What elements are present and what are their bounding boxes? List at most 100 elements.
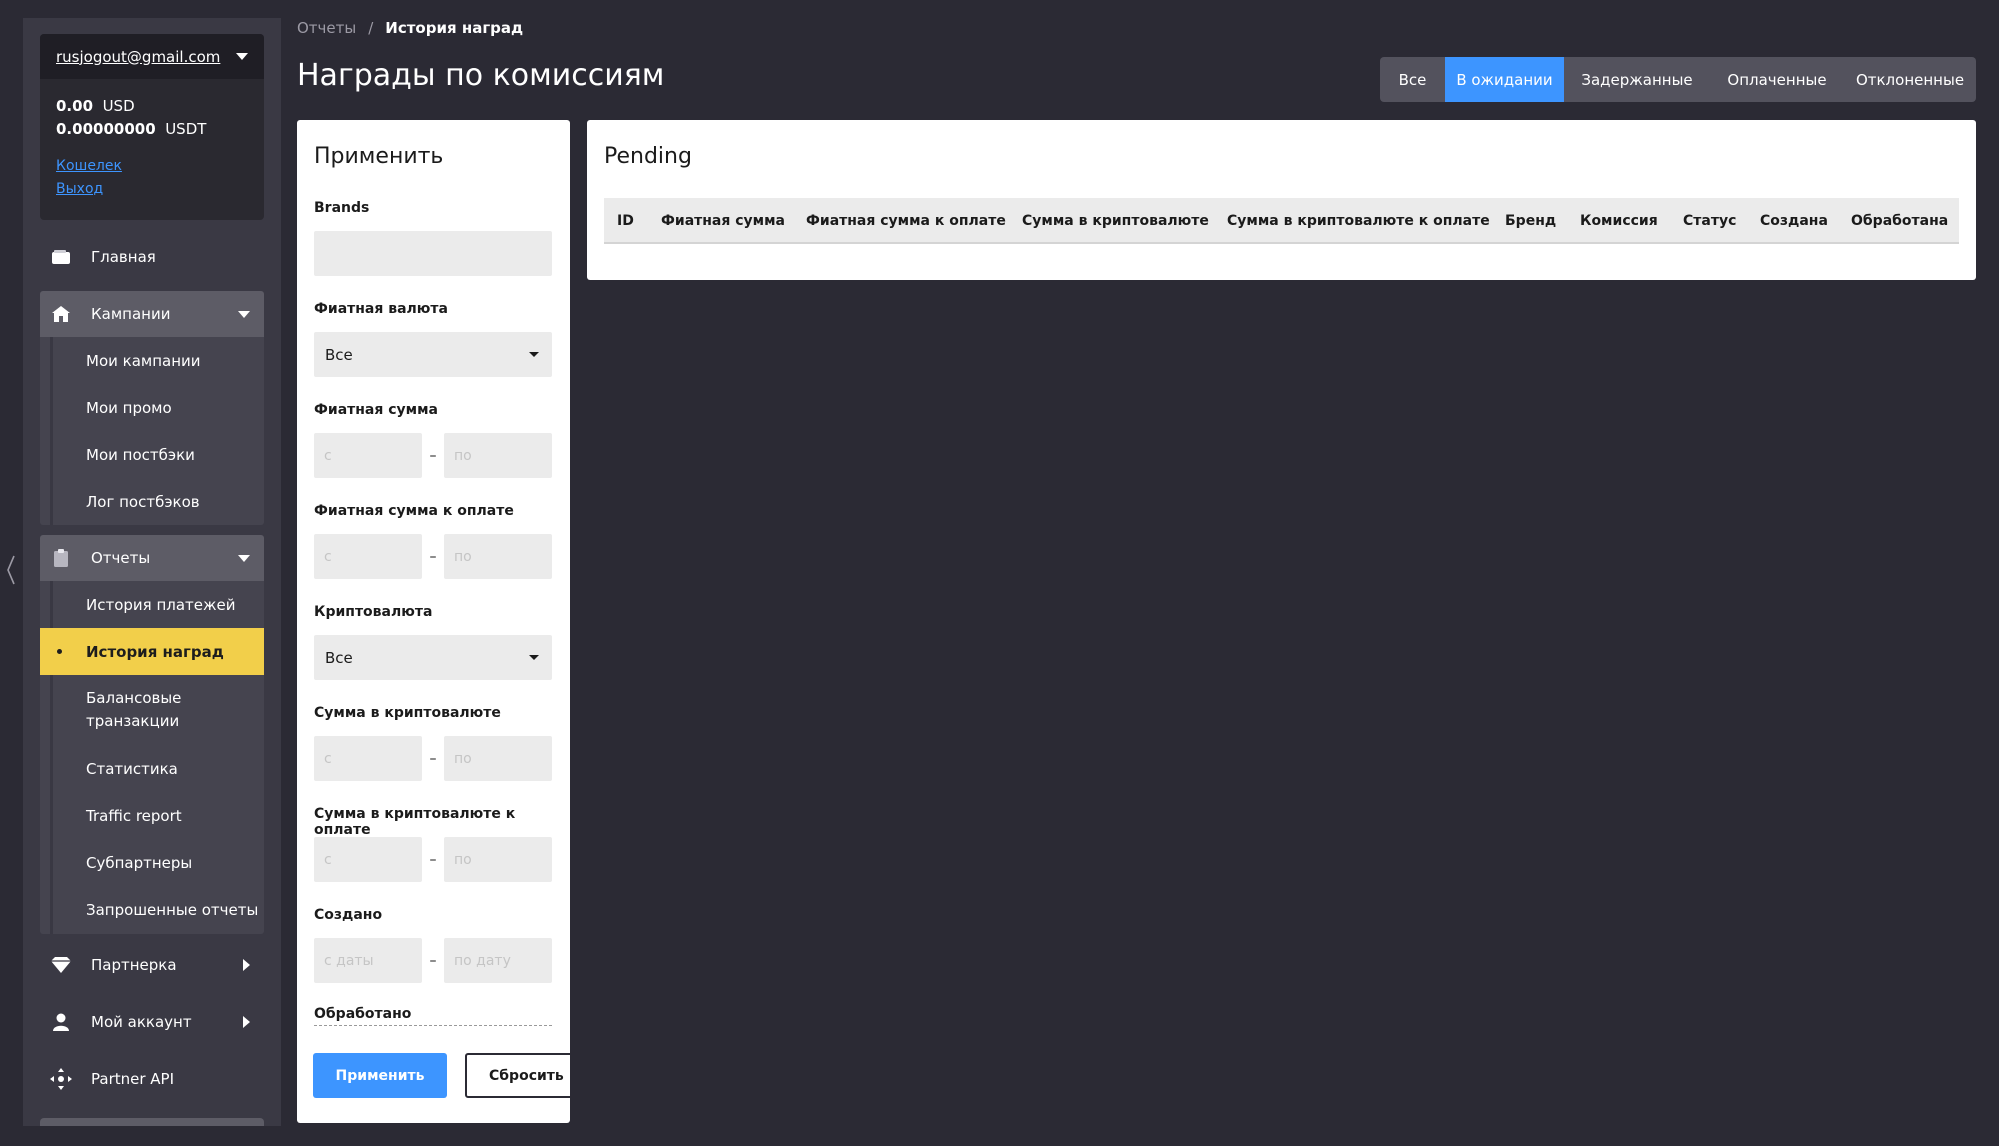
processed-label: Обработано [314,1006,412,1022]
clipboard-icon [50,548,72,568]
sidebar-item-reports[interactable]: Отчеты [40,535,264,581]
column-header-status[interactable]: Статус [1683,198,1736,244]
fiat-amount-payable-label: Фиатная сумма к оплате [314,503,514,519]
fiat-payable-from-input[interactable]: с [314,534,422,579]
sidebar-item-my-promo[interactable]: Мои промо [40,384,264,431]
crypto-amount-range: с – по [314,736,552,781]
select-value: Все [325,345,353,364]
crypto-amount-to-input[interactable]: по [444,736,552,781]
column-header-brand[interactable]: Бренд [1505,198,1556,244]
column-header-created[interactable]: Создана [1760,198,1828,244]
wallet-icon [50,247,72,267]
fiat-currency-select[interactable]: Все [314,332,552,377]
account-box: rusjogout@gmail.com 0.00 USD 0.00000000 … [40,34,264,220]
tab-paid[interactable]: Оплаченные [1710,57,1844,102]
home-icon [50,304,72,324]
chevron-down-icon [238,554,250,562]
sidebar-item-campaigns[interactable]: Кампании [40,291,264,337]
chevron-right-icon [243,1016,250,1028]
fiat-amount-range: с – по [314,433,552,478]
page-title: Награды по комиссиям [297,58,665,93]
created-to-date-input[interactable]: по дату [444,938,552,983]
results-title: Pending [604,144,692,169]
sidebar-item-statistics[interactable]: Статистика [40,745,264,792]
crypto-amount-payable-range: с – по [314,837,552,882]
column-header-crypto-payable[interactable]: Сумма в криптовалюте к оплате [1227,198,1490,244]
breadcrumb-separator: / [368,19,374,37]
sidebar-item-label: Балансовые транзакции [86,689,182,730]
account-email[interactable]: rusjogout@gmail.com [56,48,220,66]
balance-usdt: 0.00000000 USDT [40,118,264,141]
fiat-amount-from-input[interactable]: с [314,433,422,478]
reset-button[interactable]: Сбросить [465,1053,570,1098]
diamond-icon [50,955,72,975]
chevron-right-icon [243,959,250,971]
sidebar-item-label: Партнерка [91,956,177,974]
crypto-select[interactable]: Все [314,635,552,680]
apply-button[interactable]: Применить [313,1053,447,1098]
tab-held[interactable]: Задержанные [1564,57,1710,102]
account-dropdown[interactable]: rusjogout@gmail.com [40,34,264,79]
wallet-link[interactable]: Кошелек [40,155,264,178]
sidebar-item-partner-api[interactable]: Partner API [40,1056,264,1102]
chevron-down-icon [238,310,250,318]
balance-amount: 0.00 [56,97,94,115]
balance-currency: USD [102,97,135,115]
tab-rejected[interactable]: Отклоненные [1844,57,1976,102]
sidebar-item-subpartners[interactable]: Субпартнеры [40,839,264,886]
column-header-processed[interactable]: Обработана [1851,198,1948,244]
sidebar-item-home[interactable]: Главная [40,234,264,280]
column-header-fiat-payable[interactable]: Фиатная сумма к оплате [806,198,1006,244]
logout-link[interactable]: Выход [40,178,264,201]
column-header-id[interactable]: ID [617,198,634,244]
chevron-down-icon [236,53,248,60]
sidebar-item-traffic-report[interactable]: Traffic report [40,792,264,839]
divider [314,1025,552,1026]
sidebar-item-partner[interactable]: Партнерка [40,942,264,988]
range-dash: – [429,447,437,464]
crypto-label: Криптовалюта [314,604,433,620]
balance-usd: 0.00 USD [40,95,264,118]
fiat-payable-to-input[interactable]: по [444,534,552,579]
filter-panel: Применить Brands Фиатная валюта Все Фиат… [297,120,570,1123]
status-tabs: Все В ожидании Задержанные Оплаченные От… [1380,57,1976,102]
sidebar-item-reward-history[interactable]: История наград [40,628,264,675]
column-header-commission[interactable]: Комиссия [1580,198,1658,244]
column-header-crypto-amount[interactable]: Сумма в криптовалюте [1022,198,1209,244]
tab-all[interactable]: Все [1380,57,1445,102]
sidebar-item-postback-log[interactable]: Лог постбэков [40,478,264,525]
sidebar-item-my-postbacks[interactable]: Мои постбэки [40,431,264,478]
sidebar-item-payment-history[interactable]: История платежей [40,581,264,628]
crypto-amount-from-input[interactable]: с [314,736,422,781]
breadcrumb-parent[interactable]: Отчеты [297,19,356,37]
created-from-date-input[interactable]: с даты [314,938,422,983]
api-icon [50,1068,72,1090]
created-date-range: с даты – по дату [314,938,552,983]
sidebar-item-label: Partner API [91,1070,175,1088]
column-header-fiat-amount[interactable]: Фиатная сумма [661,198,785,244]
breadcrumb-current: История наград [385,19,524,37]
sidebar-item-requested-reports[interactable]: Запрошенные отчеты [40,886,264,933]
sidebar-item-my-campaigns[interactable]: Мои кампании [40,337,264,384]
results-table-header: ID Фиатная сумма Фиатная сумма к оплате … [604,198,1959,244]
breadcrumb: Отчеты / История наград [297,19,523,37]
sidebar-collapse-handle[interactable] [3,552,19,588]
sidebar-item-balance-transactions[interactable]: Балансовые транзакции [40,675,264,745]
fiat-currency-label: Фиатная валюта [314,301,448,317]
crypto-payable-from-input[interactable]: с [314,837,422,882]
fiat-amount-payable-range: с – по [314,534,552,579]
crypto-payable-to-input[interactable]: по [444,837,552,882]
tab-pending[interactable]: В ожидании [1445,57,1564,102]
sidebar-item-my-account[interactable]: Мой аккаунт [40,999,264,1045]
fiat-amount-to-input[interactable]: по [444,433,552,478]
sidebar: rusjogout@gmail.com 0.00 USD 0.00000000 … [23,18,281,1126]
sidebar-scroll-edge [40,1118,264,1126]
crypto-amount-payable-label: Сумма в криптовалюте к оплате [314,806,516,838]
filter-title: Применить [314,144,444,169]
chevron-left-icon [7,555,15,585]
balance-list: 0.00 USD 0.00000000 USDT [40,79,264,141]
fiat-amount-label: Фиатная сумма [314,402,438,418]
sidebar-item-label: Кампании [91,305,171,323]
range-dash: – [429,851,437,868]
brands-input[interactable] [314,231,552,276]
